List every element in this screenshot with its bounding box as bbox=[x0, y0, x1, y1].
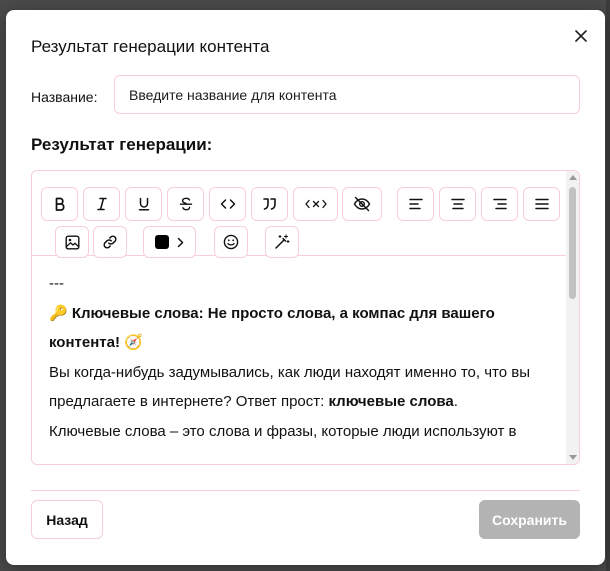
emoji-icon bbox=[223, 234, 239, 250]
editor-scrollbar[interactable] bbox=[566, 171, 579, 464]
paragraph-1-bold: ключевые слова bbox=[328, 393, 454, 410]
editor-toolbar bbox=[32, 171, 566, 258]
close-icon bbox=[575, 30, 587, 42]
hide-button[interactable] bbox=[342, 187, 382, 221]
content-heading: 🔑 Ключевые слова: Не просто слова, а ком… bbox=[49, 299, 559, 357]
image-icon bbox=[65, 235, 80, 250]
italic-icon bbox=[95, 197, 109, 211]
backdrop bbox=[606, 0, 610, 571]
align-justify-icon bbox=[534, 198, 549, 210]
save-button[interactable]: Сохранить bbox=[479, 500, 580, 539]
link-button[interactable] bbox=[93, 226, 127, 258]
emoji-button[interactable] bbox=[214, 226, 248, 258]
code-icon bbox=[220, 197, 236, 211]
back-button[interactable]: Назад bbox=[31, 500, 103, 539]
align-left-button[interactable] bbox=[397, 187, 434, 221]
name-label: Название: bbox=[31, 89, 98, 105]
content-result-dialog: Результат генерации контента Название: Р… bbox=[6, 10, 605, 565]
code-block-icon bbox=[304, 197, 327, 211]
align-center-icon bbox=[450, 198, 465, 210]
magic-wand-icon bbox=[274, 234, 290, 250]
align-justify-button[interactable] bbox=[523, 187, 560, 221]
code-button[interactable] bbox=[209, 187, 246, 221]
result-heading: Результат генерации: bbox=[31, 135, 213, 154]
paragraph-2: Ключевые слова – это слова и фразы, кото… bbox=[49, 423, 517, 440]
underline-button[interactable] bbox=[125, 187, 162, 221]
compass-emoji: 🧭 bbox=[124, 334, 143, 351]
strikethrough-button[interactable] bbox=[167, 187, 204, 221]
strikethrough-icon bbox=[179, 197, 193, 211]
scroll-thumb[interactable] bbox=[569, 187, 576, 299]
bold-icon bbox=[53, 197, 67, 211]
heading-text: Ключевые слова: Не просто слова, а компа… bbox=[49, 305, 495, 351]
hide-icon bbox=[353, 196, 371, 212]
paragraph-1: Вы когда-нибудь задумывались, как люди н… bbox=[49, 358, 559, 416]
text-color-icon bbox=[155, 235, 169, 249]
paragraph-1-end: . bbox=[453, 393, 458, 410]
bold-button[interactable] bbox=[41, 187, 78, 221]
code-block-button[interactable] bbox=[293, 187, 338, 221]
editor-content[interactable]: --- 🔑 Ключевые слова: Не просто слова, а… bbox=[49, 269, 559, 447]
close-button[interactable] bbox=[571, 26, 591, 46]
name-input[interactable] bbox=[114, 75, 580, 114]
italic-button[interactable] bbox=[83, 187, 120, 221]
text-color-button[interactable] bbox=[143, 226, 196, 258]
chevron-right-icon bbox=[177, 237, 184, 248]
dialog-title: Результат генерации контента bbox=[31, 37, 270, 56]
separator-line: --- bbox=[49, 275, 64, 292]
scroll-up-icon[interactable] bbox=[569, 175, 577, 180]
align-left-icon bbox=[408, 198, 423, 210]
magic-wand-button[interactable] bbox=[265, 226, 299, 258]
link-icon bbox=[102, 234, 118, 250]
scroll-down-icon[interactable] bbox=[569, 455, 577, 460]
image-button[interactable] bbox=[55, 226, 89, 258]
quote-button[interactable] bbox=[251, 187, 288, 221]
align-right-icon bbox=[492, 198, 507, 210]
align-right-button[interactable] bbox=[481, 187, 518, 221]
quote-icon bbox=[262, 197, 278, 211]
underline-icon bbox=[137, 197, 151, 211]
footer-divider bbox=[31, 490, 580, 491]
rich-text-editor[interactable]: --- 🔑 Ключевые слова: Не просто слова, а… bbox=[31, 170, 580, 465]
align-center-button[interactable] bbox=[439, 187, 476, 221]
key-emoji: 🔑 bbox=[49, 305, 68, 322]
